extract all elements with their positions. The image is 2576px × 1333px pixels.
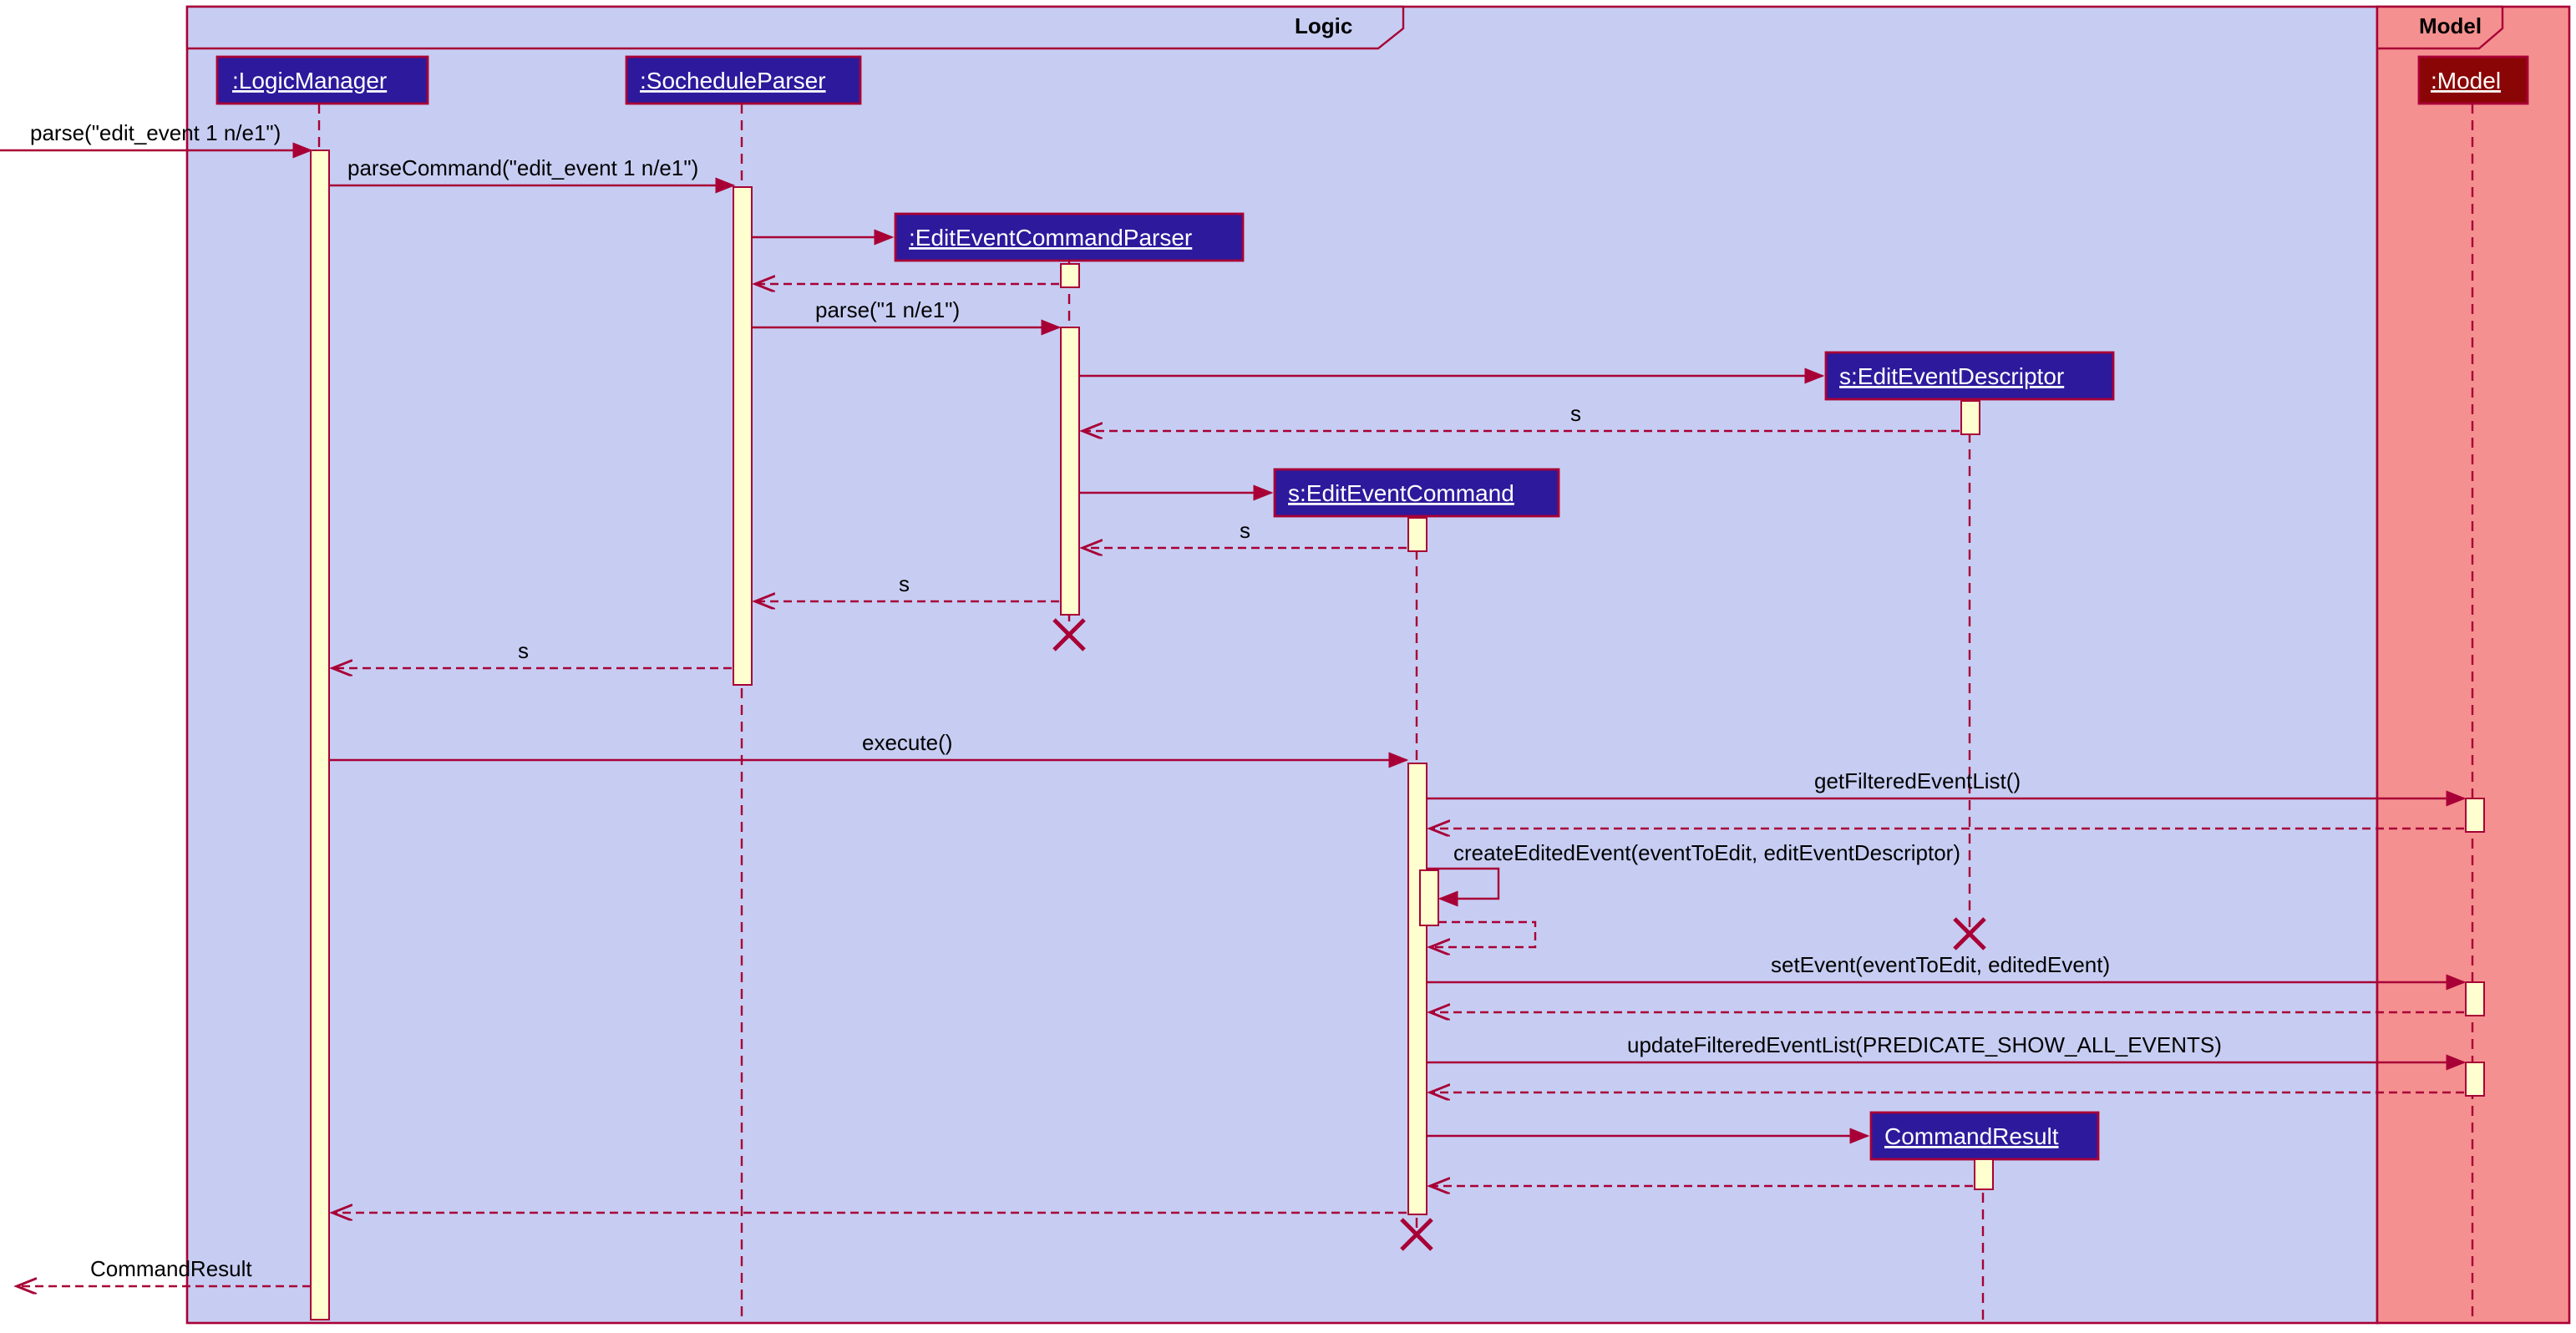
edit-event-descriptor-label: s:EditEventDescriptor [1839, 363, 2064, 389]
model-activation-3 [2466, 1062, 2484, 1096]
edit-event-command-parser-activation-1 [1061, 264, 1079, 287]
edit-event-command-activation-1 [1408, 518, 1427, 551]
msg-execute-label: execute() [862, 730, 952, 755]
command-result-label: CommandResult [1884, 1123, 2059, 1149]
edit-event-command-label: s:EditEventCommand [1288, 480, 1514, 506]
msg-update-filtered-label: updateFilteredEventList(PREDICATE_SHOW_A… [1627, 1032, 2222, 1057]
msg-set-event-label: setEvent(eventToEdit, editedEvent) [1771, 952, 2110, 977]
sochedule-parser-activation [733, 187, 752, 685]
edit-event-command-parser-label: :EditEventCommandParser [909, 225, 1192, 251]
edit-event-command-parser-participant: :EditEventCommandParser [895, 214, 1243, 261]
model-activation-1 [2466, 798, 2484, 832]
logic-manager-label: :LogicManager [232, 68, 387, 94]
msg-return-s-3-label: s [899, 571, 910, 596]
logic-manager-participant: :LogicManager [217, 57, 428, 104]
msg-create-edited-event-label: createEditedEvent(eventToEdit, editEvent… [1453, 840, 1960, 865]
command-result-activation [1975, 1159, 1993, 1189]
edit-event-descriptor-activation [1961, 401, 1980, 434]
model-participant: :Model [2419, 57, 2528, 104]
sochedule-parser-label: :SocheduleParser [640, 68, 826, 94]
msg-command-result-out-label: CommandResult [90, 1256, 252, 1281]
msg-return-s-1-label: s [1570, 401, 1581, 426]
model-frame-title: Model [2419, 13, 2482, 38]
edit-event-descriptor-participant: s:EditEventDescriptor [1826, 352, 2113, 399]
edit-event-command-parser-activation-2 [1061, 327, 1079, 615]
logic-manager-activation [311, 150, 329, 1320]
sequence-diagram: Logic Model :LogicManager :SochedulePars… [0, 0, 2576, 1333]
command-result-participant: CommandResult [1871, 1113, 2098, 1159]
edit-event-command-participant: s:EditEventCommand [1275, 469, 1559, 516]
msg-return-s-2-label: s [1240, 518, 1250, 543]
msg-parse-command-label: parseCommand("edit_event 1 n/e1") [347, 155, 698, 180]
msg-parse-in-label: parse("edit_event 1 n/e1") [30, 120, 281, 145]
model-label: :Model [2431, 68, 2501, 94]
msg-return-s-4-label: s [518, 638, 529, 663]
model-activation-2 [2466, 982, 2484, 1016]
sochedule-parser-participant: :SocheduleParser [626, 57, 860, 104]
logic-frame-tab [187, 7, 1403, 48]
edit-event-command-self-activation [1420, 870, 1438, 925]
msg-parse-short-label: parse("1 n/e1") [815, 297, 960, 322]
edit-event-command-activation-2 [1408, 763, 1427, 1214]
msg-get-filtered-event-list-label: getFilteredEventList() [1814, 768, 2021, 793]
logic-frame-title: Logic [1295, 13, 1352, 38]
